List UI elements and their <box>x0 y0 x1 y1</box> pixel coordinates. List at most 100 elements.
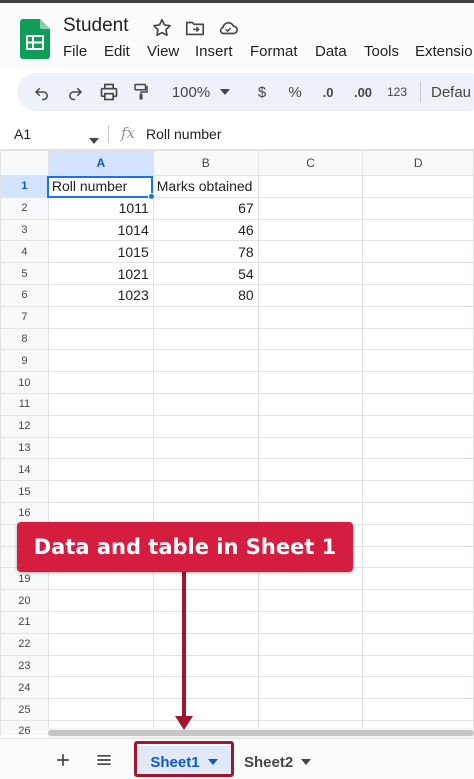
undo-icon[interactable] <box>27 73 57 111</box>
add-sheet-icon[interactable] <box>53 750 73 775</box>
grid-cell[interactable] <box>257 262 364 285</box>
row-header[interactable]: 9 <box>0 349 49 373</box>
name-box-dropdown-icon[interactable] <box>89 131 99 149</box>
grid-cell[interactable] <box>362 567 474 591</box>
grid-cell[interactable] <box>362 480 474 503</box>
formula-input[interactable]: Roll number <box>146 126 221 142</box>
grid-cell[interactable] <box>362 458 474 482</box>
menu-edit[interactable]: Edit <box>104 43 130 60</box>
row-header[interactable]: 5 <box>0 262 49 285</box>
grid-cell[interactable] <box>47 349 154 373</box>
grid-cell[interactable]: Marks obtained <box>152 175 259 198</box>
print-icon[interactable] <box>94 73 124 111</box>
grid-cell[interactable]: 54 <box>152 262 259 285</box>
increase-decimal-button[interactable]: .00 <box>348 73 378 111</box>
row-header[interactable]: 21 <box>0 610 49 634</box>
row-header[interactable]: 4 <box>0 240 49 264</box>
grid-cell[interactable] <box>152 632 259 656</box>
grid-cell[interactable] <box>257 632 364 656</box>
cloud-saved-icon[interactable] <box>217 17 239 39</box>
grid-cell[interactable] <box>152 698 259 721</box>
row-header[interactable]: 16 <box>0 501 49 525</box>
grid-cell[interactable] <box>362 676 474 700</box>
grid-cell[interactable] <box>257 698 364 721</box>
zoom-select[interactable]: 100% <box>165 73 217 111</box>
percent-format-button[interactable]: % <box>283 73 307 111</box>
grid-cell[interactable] <box>152 349 259 373</box>
grid-cell[interactable] <box>257 371 364 394</box>
grid-cell[interactable] <box>47 392 154 416</box>
column-header-c[interactable]: C <box>257 150 364 176</box>
horizontal-scrollbar[interactable] <box>48 728 474 738</box>
grid-cell[interactable] <box>152 392 259 416</box>
grid-cell[interactable] <box>152 480 259 503</box>
grid-cell[interactable] <box>257 458 364 482</box>
grid-cell[interactable] <box>362 283 474 307</box>
grid-cell[interactable]: 1011 <box>47 196 154 220</box>
paint-format-icon[interactable] <box>126 73 156 111</box>
row-header[interactable]: 1 <box>0 175 49 198</box>
grid-cell[interactable]: 1014 <box>47 218 154 242</box>
grid-cell[interactable] <box>152 458 259 482</box>
grid-cell[interactable] <box>362 632 474 656</box>
row-header[interactable]: 12 <box>0 414 49 438</box>
tab-sheet2[interactable]: Sheet2 <box>244 746 324 778</box>
grid-cell[interactable] <box>362 327 474 351</box>
grid-cell[interactable]: 1015 <box>47 240 154 264</box>
grid-cell[interactable] <box>257 480 364 503</box>
grid-cell[interactable] <box>47 436 154 460</box>
grid-cell[interactable] <box>152 589 259 612</box>
grid-cell[interactable] <box>47 589 154 612</box>
grid-cell[interactable] <box>47 654 154 678</box>
row-header[interactable]: 11 <box>0 392 49 416</box>
grid-cell[interactable] <box>152 414 259 438</box>
grid-cell[interactable] <box>362 262 474 285</box>
grid-cell[interactable] <box>362 698 474 721</box>
grid-cell[interactable] <box>47 610 154 634</box>
grid-cell[interactable] <box>257 240 364 264</box>
grid-cell[interactable] <box>47 327 154 351</box>
tab-sheet1[interactable]: Sheet1 <box>137 746 231 778</box>
grid-cell[interactable] <box>47 305 154 329</box>
tab-sheet2-dropdown-icon[interactable] <box>301 759 312 765</box>
grid-cell[interactable] <box>257 414 364 438</box>
row-header[interactable]: 15 <box>0 480 49 503</box>
grid-cell[interactable] <box>362 196 474 220</box>
grid-cell[interactable] <box>362 175 474 198</box>
grid-cell[interactable] <box>257 610 364 634</box>
grid-cell[interactable] <box>257 501 364 525</box>
select-all-corner[interactable] <box>0 150 49 176</box>
row-header[interactable]: 8 <box>0 327 49 351</box>
more-formats-button[interactable]: 123 <box>383 73 411 111</box>
grid-cell[interactable] <box>362 523 474 547</box>
grid-cell[interactable] <box>152 676 259 700</box>
grid-cell[interactable] <box>257 676 364 700</box>
column-header-a[interactable]: A <box>47 150 154 176</box>
font-select[interactable]: Defau <box>431 73 474 111</box>
menu-data[interactable]: Data <box>315 43 347 60</box>
row-header[interactable]: 24 <box>0 676 49 700</box>
grid-cell[interactable]: 67 <box>152 196 259 220</box>
menu-format[interactable]: Format <box>250 43 298 60</box>
grid-cell[interactable] <box>257 654 364 678</box>
grid-cell[interactable] <box>362 305 474 329</box>
grid-cell[interactable] <box>257 349 364 373</box>
star-icon[interactable] <box>151 17 173 39</box>
grid-cell[interactable] <box>362 392 474 416</box>
column-header-b[interactable]: B <box>152 150 259 176</box>
menu-insert[interactable]: Insert <box>195 43 233 60</box>
grid-cell[interactable]: 78 <box>152 240 259 264</box>
row-header[interactable]: 3 <box>0 218 49 242</box>
grid-cell[interactable] <box>362 545 474 569</box>
grid-cell[interactable] <box>47 676 154 700</box>
grid-cell[interactable] <box>152 610 259 634</box>
grid-cell[interactable] <box>362 414 474 438</box>
tab-sheet1-dropdown-icon[interactable] <box>207 759 218 765</box>
row-header[interactable]: 6 <box>0 283 49 307</box>
grid-cell[interactable]: 80 <box>152 283 259 307</box>
grid-cell[interactable]: 1021 <box>47 262 154 285</box>
move-to-folder-icon[interactable] <box>184 17 206 39</box>
row-header[interactable]: 25 <box>0 698 49 721</box>
scrollbar-thumb[interactable] <box>48 730 474 736</box>
grid-cell[interactable] <box>257 196 364 220</box>
